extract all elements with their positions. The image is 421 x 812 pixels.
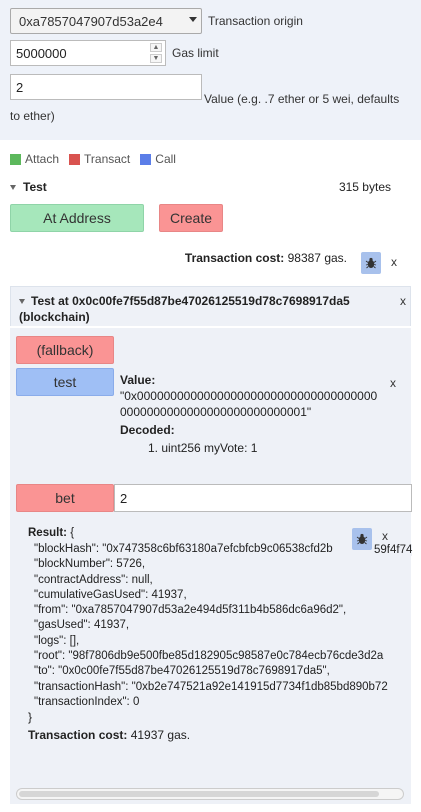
legend-call-label: Call: [155, 152, 176, 166]
collapse-triangle-icon[interactable]: [10, 185, 16, 191]
contract-name: Test: [23, 180, 47, 194]
attach-swatch: [10, 153, 21, 165]
result-line: "root": "98f7806db9e500fbe85d182905c9858…: [34, 650, 384, 663]
fallback-button[interactable]: (fallback): [16, 336, 114, 364]
contract-header[interactable]: Test 315 bytes: [10, 180, 411, 194]
transaction-form: 0xa7857047907d53a2e4 Transaction origin …: [0, 0, 421, 140]
test-output-close-icon[interactable]: x: [390, 376, 396, 390]
decoded-item: 1. uint256 myVote: 1: [148, 441, 258, 455]
contract-section: Test 315 bytes At Address Create Transac…: [0, 172, 421, 280]
transact-swatch: [69, 153, 81, 165]
contract-size: 315 bytes: [338, 180, 391, 194]
value-hex-line1: "0x000000000000000000000000000000000000: [120, 389, 378, 403]
result-line: "gasUsed": 41937,: [34, 619, 130, 632]
tx-cost-value: 98387 gas.: [287, 251, 347, 265]
result-line: "transactionHash": "0xb2e747521a92e14191…: [34, 680, 388, 693]
result-label: Result:: [28, 527, 67, 539]
at-address-button[interactable]: At Address: [10, 204, 144, 232]
instance-header: Test at 0x0c00fe7f55d87be47026125519d78c…: [10, 286, 411, 326]
result-close-icon[interactable]: x: [382, 529, 388, 543]
stepper-up-icon[interactable]: ▲: [150, 43, 162, 52]
tx-cost-label: Transaction cost:: [184, 251, 285, 265]
result-line: "logs": [],: [34, 634, 80, 647]
result-tx-cost: Transaction cost: 41937 gas.: [28, 728, 190, 742]
scrollbar-thumb[interactable]: [19, 791, 379, 797]
result-open-brace: {: [70, 527, 75, 539]
legend-attach: Attach: [10, 152, 59, 166]
result-block: Result: {: [28, 526, 408, 541]
instance-collapse-icon[interactable]: [19, 299, 25, 305]
gas-limit-value: 5000000: [16, 45, 67, 61]
legend-transact: Transact: [69, 152, 130, 166]
instance-close-icon[interactable]: x: [400, 293, 406, 309]
instance-title: Test at 0x0c00fe7f55d87be47026125519d78c…: [19, 294, 350, 324]
bet-input[interactable]: 2: [114, 484, 412, 512]
stepper-down-icon[interactable]: ▼: [150, 54, 162, 63]
legend-transact-label: Transact: [84, 152, 131, 166]
result-line: "from": "0xa7857047907d53a2e494d5f311b4b…: [34, 604, 347, 617]
bet-button[interactable]: bet: [16, 484, 114, 512]
legend-attach-label: Attach: [25, 152, 60, 166]
blockhash-tail: 59f4f74: [374, 544, 413, 556]
debug-bug-icon[interactable]: [361, 252, 381, 274]
decoded-label: Decoded:: [120, 423, 175, 437]
gas-limit-label: Gas limit: [172, 46, 219, 60]
legend-call: Call: [140, 152, 176, 166]
bet-input-value: 2: [120, 490, 128, 506]
result-close-brace: }: [28, 710, 33, 724]
origin-select[interactable]: 0xa7857047907d53a2e4: [10, 8, 202, 34]
origin-label: Transaction origin: [208, 14, 303, 28]
call-swatch: [140, 153, 152, 165]
gas-limit-input[interactable]: 5000000 ▲ ▼: [10, 40, 166, 66]
horizontal-scrollbar[interactable]: [16, 788, 404, 800]
result-debug-bug-icon[interactable]: [352, 528, 372, 550]
result-tx-cost-value: 41937 gas.: [130, 728, 191, 742]
result-line: "cumulativeGasUsed": 41937,: [34, 588, 187, 601]
result-tx-cost-label: Transaction cost:: [28, 728, 128, 742]
legend: Attach Transact Call: [0, 140, 421, 172]
chevron-down-icon: [189, 17, 197, 22]
instance-body: (fallback) test Value: "0x00000000000000…: [10, 328, 413, 804]
close-icon[interactable]: x: [391, 255, 397, 269]
result-line: "blockNumber": 5726,: [34, 558, 146, 571]
create-button[interactable]: Create: [159, 204, 223, 232]
gas-limit-stepper[interactable]: ▲ ▼: [150, 43, 162, 63]
result-lines: "blockHash": "0x747358c6bf63180a7efcbfcb…: [34, 542, 408, 710]
result-line: "to": "0x0c00fe7f55d87be47026125519d78c7…: [34, 665, 330, 678]
origin-value: 0xa7857047907d53a2e4: [19, 13, 163, 29]
value-hex-line2: 0000000000000000000000000001": [120, 405, 312, 419]
result-line: "transactionIndex": 0: [34, 695, 140, 708]
test-button[interactable]: test: [16, 368, 114, 396]
result-line: "contractAddress": null,: [34, 573, 153, 586]
value-output-label: Value:: [120, 373, 156, 387]
test-output: Value: "0x000000000000000000000000000000…: [120, 372, 410, 456]
value-label: Value (e.g. .7 ether or 5 wei, defaults …: [10, 92, 400, 123]
